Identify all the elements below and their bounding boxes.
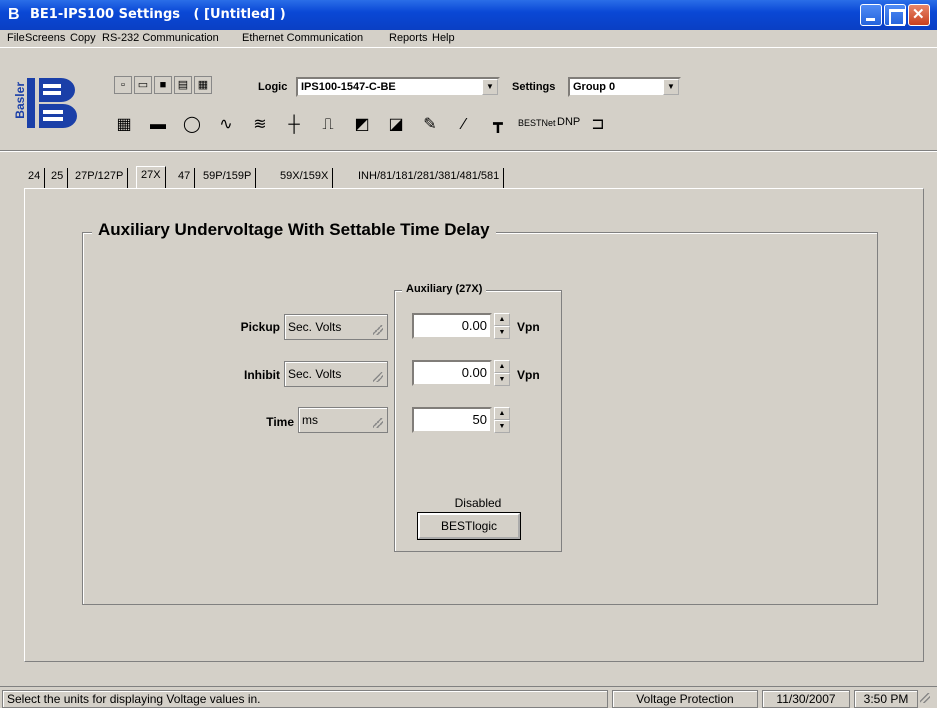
inhibit-spinner[interactable]: ▲ ▼ [494,360,510,386]
tab-inh-81[interactable]: INH/81/181/281/381/481/581 [354,168,505,188]
pickup-units-value: Sec. Volts [288,320,342,334]
pen-icon[interactable]: ✎ [414,104,446,144]
inhibit-units-select[interactable]: Sec. Volts [284,361,388,387]
tc-icon[interactable]: ┳ [482,104,514,144]
voltage-wave-icon[interactable]: ≋ [244,104,276,144]
spin-up-icon[interactable]: ▲ [494,313,510,326]
resize-grip-icon[interactable] [920,693,930,703]
toolbar-separator [0,150,937,152]
pickup-label: Pickup [240,320,280,334]
pickup-spinner[interactable]: ▲ ▼ [494,313,510,339]
timer-icon[interactable]: ◪ [380,104,412,144]
resize-grip-icon [373,372,383,382]
menu-help[interactable]: Help [432,32,455,44]
time-spinner[interactable]: ▲ ▼ [494,407,510,433]
status-section: Voltage Protection [612,690,758,708]
tab-27x[interactable]: 27X [136,166,166,189]
maximize-button[interactable] [884,4,906,26]
dial-icon[interactable]: ◯ [176,104,208,144]
menu-ethernet[interactable]: Ethernet Communication [242,32,363,44]
properties-icon[interactable]: ▦ [194,76,212,94]
dnp-button[interactable]: DNP [557,116,580,128]
menu-copy[interactable]: Copy [70,32,96,44]
phase-angle-icon[interactable]: ┼ [278,104,310,144]
device-icon[interactable]: ▬ [142,104,174,144]
resize-grip-icon [373,325,383,335]
open-folder-icon[interactable]: ▭ [134,76,152,94]
settings-value: Group 0 [573,81,616,93]
tab-27p-127p[interactable]: 27P/127P [71,168,129,188]
logic-gate-icon[interactable]: ⊐ [582,104,614,144]
new-file-icon[interactable]: ▫ [114,76,132,94]
inhibit-unit: Vpn [517,368,540,382]
app-icon: B [8,6,20,23]
tab-59x-159x[interactable]: 59X/159X [276,168,334,188]
logic-label: Logic [258,81,288,93]
bestnet-button[interactable]: BESTNet [518,118,556,128]
time-units-value: ms [302,413,318,427]
time-label: Time [266,415,294,429]
tab-25[interactable]: 25 [47,168,69,188]
menu-bar: File Screens Copy RS-232 Communication E… [0,30,937,48]
spin-down-icon[interactable]: ▼ [494,326,510,339]
auxiliary-title: Auxiliary (27X) [402,283,487,295]
spin-up-icon[interactable]: ▲ [494,360,510,373]
tab-59p-159p[interactable]: 59P/159P [199,168,257,188]
basler-logo: Basler [13,74,93,134]
save-disk-icon[interactable]: ■ [154,76,172,94]
inhibit-input[interactable]: 0.00 [412,360,492,386]
io-icon[interactable]: ⁄ [448,104,480,144]
title-bar[interactable]: B BE1-IPS100 Settings ( [Untitled] ) [0,0,937,30]
logic-dropdown[interactable]: IPS100-1547-C-BE ▼ [296,77,500,97]
inhibit-label: Inhibit [244,368,280,382]
time-input[interactable]: 50 [412,407,492,433]
bestlogic-button[interactable]: BESTlogic [417,512,521,540]
tab-47[interactable]: 47 [174,168,196,188]
status-message: Select the units for displaying Voltage … [2,690,608,708]
status-bar: Select the units for displaying Voltage … [0,686,937,708]
status-date: 11/30/2007 [762,690,850,708]
spin-down-icon[interactable]: ▼ [494,420,510,433]
pulse-icon[interactable]: ⎍ [312,104,344,144]
breaker-icon[interactable]: ◩ [346,104,378,144]
chevron-down-icon[interactable]: ▼ [482,79,498,95]
window-title: BE1-IPS100 Settings ( [Untitled] ) [30,7,286,22]
resize-grip-icon [373,418,383,428]
inhibit-units-value: Sec. Volts [288,367,342,381]
chevron-down-icon[interactable]: ▼ [663,79,679,95]
print-icon[interactable]: ▤ [174,76,192,94]
pickup-input[interactable]: 0.00 [412,313,492,339]
tab-24[interactable]: 24 [24,168,46,188]
groupbox-title: Auxiliary Undervoltage With Settable Tim… [92,220,496,240]
minimize-button[interactable] [860,4,882,26]
spin-down-icon[interactable]: ▼ [494,373,510,386]
close-button[interactable] [908,4,930,26]
menu-rs232[interactable]: RS-232 Communication [102,32,219,44]
spin-up-icon[interactable]: ▲ [494,407,510,420]
settings-dropdown[interactable]: Group 0 ▼ [568,77,681,97]
status-time: 3:50 PM [854,690,918,708]
logic-value: IPS100-1547-C-BE [301,81,396,93]
menu-screens[interactable]: Screens [25,32,65,44]
logic-status-text: Disabled [454,496,502,510]
menu-reports[interactable]: Reports [389,32,428,44]
menu-file[interactable]: File [7,32,25,44]
time-units-select[interactable]: ms [298,407,388,433]
settings-label: Settings [512,81,556,93]
pickup-unit: Vpn [517,320,540,334]
pickup-units-select[interactable]: Sec. Volts [284,314,388,340]
grid-layout-icon[interactable]: ▦ [108,104,140,144]
logo-text: Basler [13,82,27,119]
current-wave-icon[interactable]: ∿ [210,104,242,144]
